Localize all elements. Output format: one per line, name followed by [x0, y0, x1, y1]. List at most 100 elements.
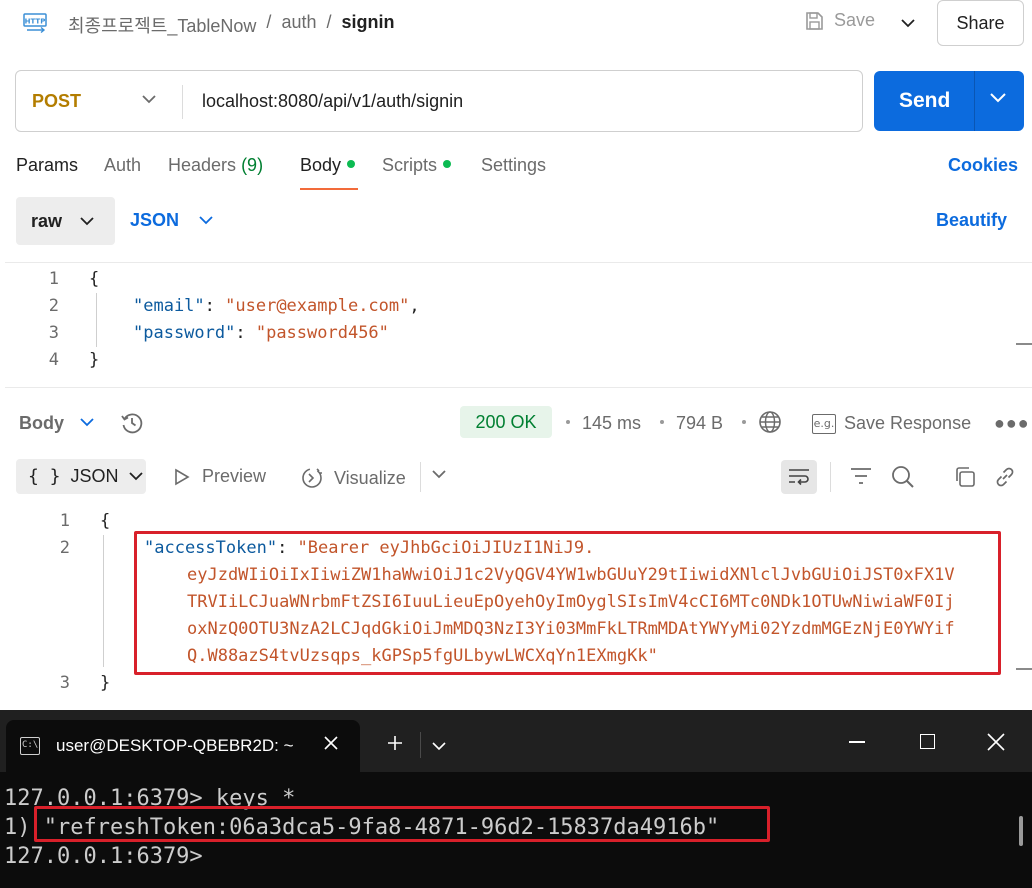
wrap-lines-button[interactable]: [781, 460, 817, 494]
tab-body[interactable]: Body: [300, 155, 356, 176]
send-button[interactable]: Send: [874, 71, 1024, 131]
preview-button[interactable]: Preview: [174, 466, 266, 487]
chevron-down-icon[interactable]: [990, 93, 1006, 103]
http-icon: HTTP: [23, 13, 47, 34]
response-view-label: JSON: [70, 466, 119, 486]
line-number: 3: [59, 673, 70, 693]
braces-icon: { }: [28, 466, 61, 487]
save-button[interactable]: Save: [804, 10, 875, 31]
indent-guide: [103, 535, 104, 667]
line-number: 3: [48, 323, 59, 343]
breadcrumb-separator: /: [266, 12, 272, 32]
body-mode-label: raw: [31, 210, 63, 231]
breadcrumb-folder[interactable]: auth: [281, 12, 316, 38]
scrollbar-marker[interactable]: [1016, 668, 1032, 670]
more-options-icon[interactable]: ●●●: [994, 413, 1030, 434]
breadcrumb: 최종프로젝트_TableNow / auth / signin: [68, 12, 395, 38]
chevron-down-icon[interactable]: [432, 742, 446, 751]
chevron-down-icon[interactable]: [80, 418, 94, 427]
history-icon[interactable]: [120, 411, 144, 435]
chevron-down-icon[interactable]: [142, 95, 156, 104]
top-bar: HTTP 최종프로젝트_TableNow / auth / signin Sav…: [0, 0, 1032, 46]
separator-dot: [566, 420, 570, 424]
response-body-label[interactable]: Body: [19, 413, 64, 434]
terminal-line: 127.0.0.1:6379>: [4, 844, 203, 869]
line-number: 2: [48, 296, 59, 316]
status-dot: [347, 160, 356, 169]
active-tab-indicator: [300, 188, 358, 190]
highlight-box: [34, 806, 770, 842]
response-view-select[interactable]: { } JSON: [16, 459, 146, 494]
chevron-down-icon: [901, 18, 915, 27]
copy-icon[interactable]: [953, 465, 977, 489]
save-icon: [806, 11, 823, 30]
url-input[interactable]: localhost:8080/api/v1/auth/signin: [202, 91, 463, 112]
headers-count: (9): [241, 155, 264, 175]
share-button[interactable]: Share: [937, 0, 1024, 46]
minimize-icon[interactable]: [849, 741, 865, 743]
tab-params[interactable]: Params: [16, 155, 78, 176]
visualize-button[interactable]: Visualize: [300, 466, 406, 490]
status-badge[interactable]: 200 OK: [460, 406, 552, 438]
tab-auth[interactable]: Auth: [104, 155, 141, 176]
terminal-scrollbar[interactable]: [1019, 816, 1023, 846]
json-key: "email": [133, 296, 205, 316]
filter-icon[interactable]: [850, 465, 872, 487]
tab-scripts-label: Scripts: [382, 155, 438, 175]
svg-text:HTTP: HTTP: [25, 18, 46, 26]
body-format-select[interactable]: JSON: [130, 210, 213, 231]
response-size[interactable]: 794 B: [676, 413, 723, 434]
play-icon: [175, 468, 190, 485]
search-icon[interactable]: [891, 465, 915, 489]
json-string: "password456": [255, 323, 389, 343]
chevron-down-icon: [199, 216, 213, 225]
request-body-editor[interactable]: 1 2 3 4 { "email": "user@example.com", "…: [5, 262, 1032, 388]
maximize-icon[interactable]: [920, 734, 935, 749]
tab-headers[interactable]: Headers (9): [168, 155, 263, 176]
terminal-icon: C:\: [20, 737, 40, 755]
body-mode-select[interactable]: raw: [16, 197, 115, 245]
save-options-button[interactable]: [888, 5, 928, 41]
response-time[interactable]: 145 ms: [582, 413, 641, 434]
tab-scripts[interactable]: Scripts: [382, 155, 452, 176]
brace-close: }: [100, 673, 111, 693]
save-response-button[interactable]: e.g. Save Response: [812, 413, 971, 434]
visualize-icon: [302, 468, 322, 488]
separator-dot: [742, 420, 746, 424]
terminal-window: C:\ user@DESKTOP-QBEBR2D: ~ 127.0.0.1:63…: [0, 710, 1032, 888]
breadcrumb-collection[interactable]: 최종프로젝트_TableNow: [68, 12, 256, 38]
close-icon[interactable]: [322, 734, 340, 752]
beautify-button[interactable]: Beautify: [936, 210, 1007, 231]
plus-icon[interactable]: [386, 734, 404, 752]
chevron-down-icon[interactable]: [432, 470, 446, 479]
json-key: "password": [133, 323, 236, 343]
body-format-label: JSON: [130, 210, 180, 230]
terminal-tab[interactable]: C:\ user@DESKTOP-QBEBR2D: ~: [6, 720, 360, 772]
line-number: 1: [48, 269, 59, 289]
terminal-tab-title: user@DESKTOP-QBEBR2D: ~: [56, 736, 294, 755]
highlight-box: [134, 531, 1001, 675]
scrollbar-marker[interactable]: [1016, 343, 1032, 345]
divider: [420, 732, 421, 758]
close-icon[interactable]: [986, 732, 1006, 752]
preview-label: Preview: [202, 466, 267, 486]
divider: [974, 71, 975, 131]
tab-settings[interactable]: Settings: [481, 155, 546, 176]
divider: [420, 462, 421, 492]
breadcrumb-separator: /: [326, 12, 332, 32]
line-number: 4: [48, 350, 59, 370]
request-url-bar: POST localhost:8080/api/v1/auth/signin: [15, 70, 863, 132]
brace-open: {: [89, 269, 100, 289]
save-response-label: Save Response: [844, 413, 972, 433]
method-select[interactable]: POST: [32, 91, 81, 112]
wrap-icon: [789, 469, 809, 486]
separator-dot: [660, 420, 664, 424]
cookies-link[interactable]: Cookies: [948, 155, 1018, 176]
breadcrumb-current[interactable]: signin: [342, 12, 395, 38]
password-line: "password": "password456": [133, 323, 389, 343]
send-label: Send: [899, 89, 951, 112]
globe-icon[interactable]: [758, 410, 782, 434]
link-icon[interactable]: [993, 465, 1017, 489]
divider: [182, 85, 183, 119]
example-icon: e.g.: [812, 413, 836, 434]
